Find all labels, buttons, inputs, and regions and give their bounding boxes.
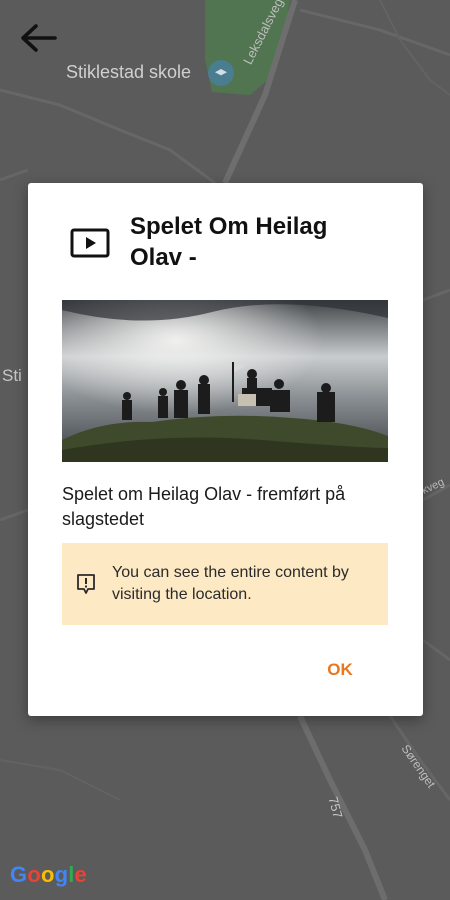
map-label-place: Sti bbox=[2, 366, 22, 385]
google-letter: o bbox=[40, 862, 55, 887]
content-photo bbox=[62, 300, 388, 462]
notice-text: You can see the entire content by visiti… bbox=[112, 564, 349, 603]
google-logo: Google bbox=[10, 862, 87, 888]
google-letter: g bbox=[54, 862, 69, 887]
school-pin-icon[interactable] bbox=[208, 60, 234, 86]
dialog-description: Spelet om Heilag Olav - fremført på slag… bbox=[62, 484, 346, 529]
content-dialog: Spelet Om Heilag Olav - Spelet om Heilag… bbox=[28, 183, 423, 716]
ok-button[interactable]: OK bbox=[312, 651, 368, 689]
map-label-school: Stiklestad skole bbox=[66, 62, 192, 82]
info-alert-icon bbox=[77, 574, 95, 594]
google-letter: G bbox=[10, 862, 28, 887]
back-button[interactable] bbox=[14, 18, 62, 58]
dialog-title: Spelet Om Heilag Olav - bbox=[130, 213, 328, 271]
google-letter: e bbox=[74, 862, 87, 887]
arrow-left-icon bbox=[21, 24, 57, 52]
location-notice: You can see the entire content by visiti… bbox=[62, 543, 388, 625]
video-play-icon bbox=[70, 228, 110, 258]
content-image bbox=[62, 300, 388, 462]
google-letter: o bbox=[27, 862, 41, 887]
